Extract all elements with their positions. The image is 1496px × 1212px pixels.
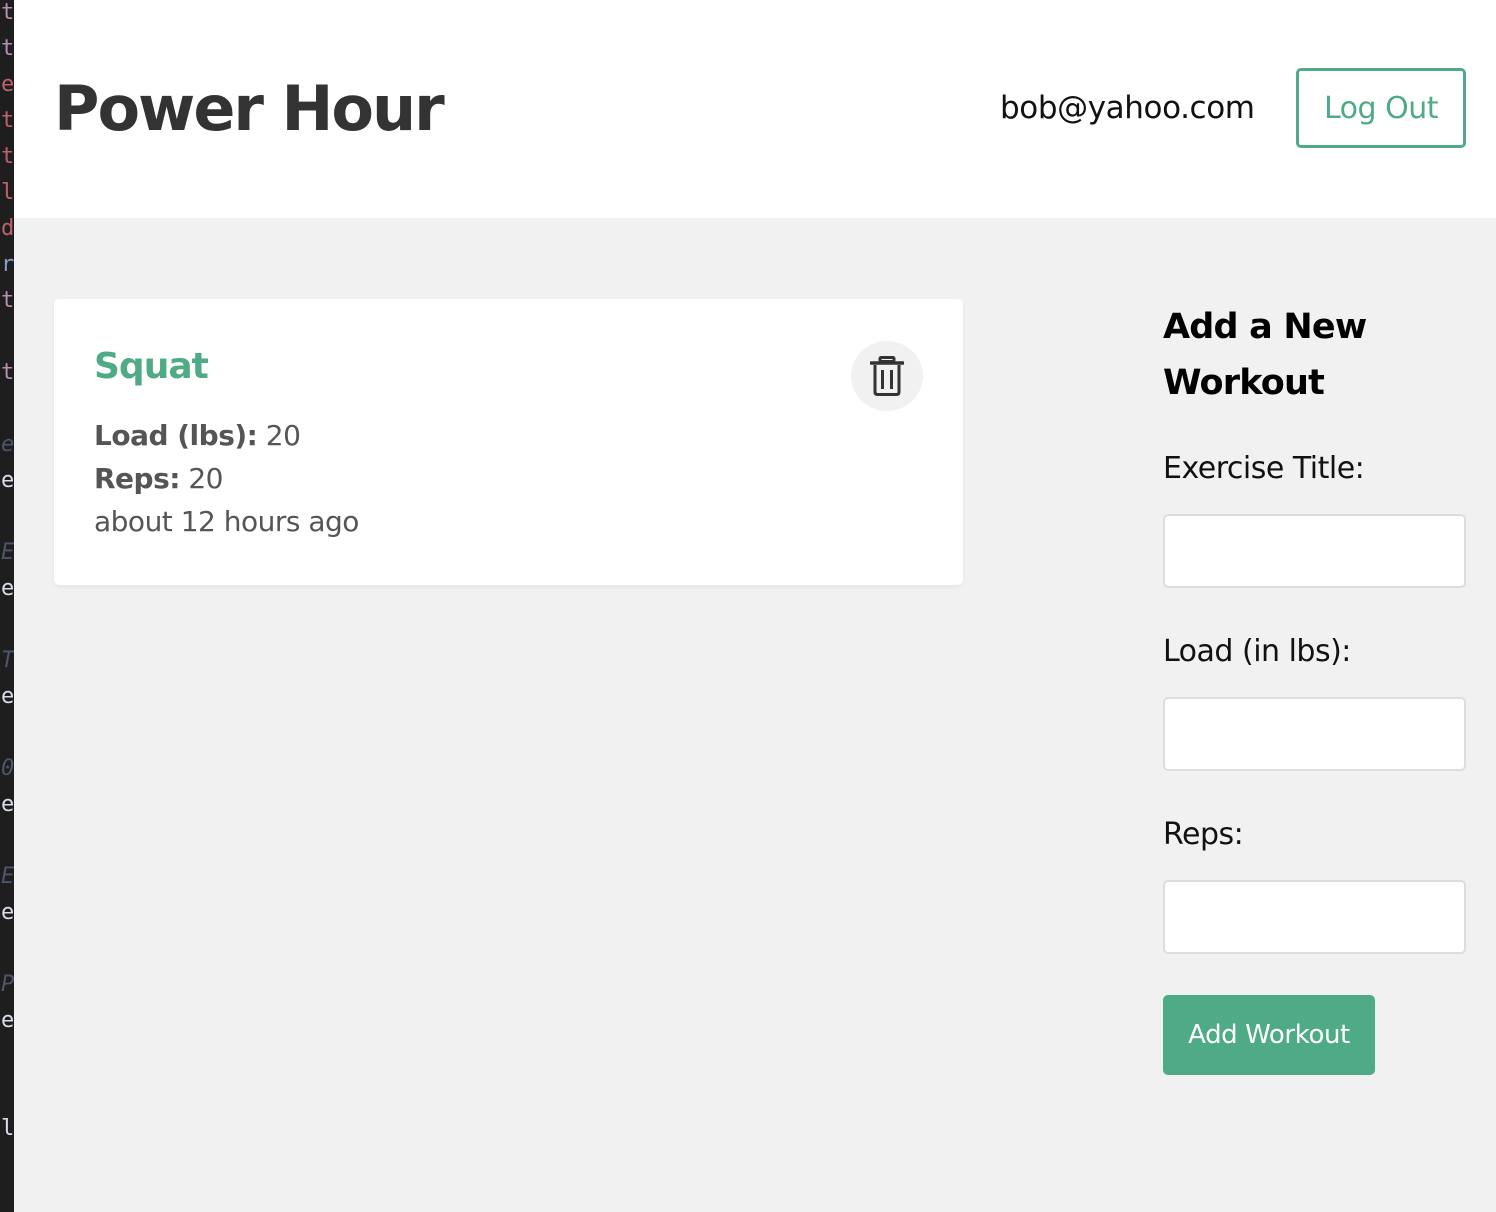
form-heading: Add a New Workout xyxy=(1163,307,1367,403)
editor-glyph: e xyxy=(1,72,14,97)
reps-label: Reps: xyxy=(1163,817,1244,852)
editor-glyph: e xyxy=(1,468,14,493)
editor-glyph: e xyxy=(1,900,14,925)
workout-reps: Reps: 20 xyxy=(94,459,224,499)
editor-glyph: E xyxy=(1,864,14,889)
reps-input[interactable] xyxy=(1163,880,1466,954)
editor-glyph: r xyxy=(1,252,14,277)
exercise-title-label: Exercise Title: xyxy=(1163,451,1365,486)
workout-timestamp: about 12 hours ago xyxy=(94,505,359,538)
workout-load: Load (lbs): 20 xyxy=(94,416,301,456)
delete-workout-button[interactable] xyxy=(851,341,923,411)
editor-glyph: d xyxy=(1,216,14,241)
load-input[interactable] xyxy=(1163,697,1466,771)
editor-glyph: l xyxy=(1,1116,14,1141)
workout-card: Squat Load (lbs): 20 Reps: 20 about 12 h… xyxy=(54,299,963,585)
reps-label: Reps: xyxy=(94,462,180,495)
editor-glyph: e xyxy=(1,684,14,709)
editor-glyph: E xyxy=(1,540,14,565)
workout-title: Squat xyxy=(94,346,209,387)
editor-glyph: e xyxy=(1,792,14,817)
editor-glyph: e xyxy=(1,432,14,457)
editor-glyph: t xyxy=(1,288,14,313)
editor-glyph: t xyxy=(1,144,14,169)
app-header: Power Hour bob@yahoo.com Log Out xyxy=(14,0,1496,218)
trash-icon xyxy=(870,356,904,396)
load-value: 20 xyxy=(257,419,301,452)
editor-glyph: t xyxy=(1,0,14,25)
load-label: Load (lbs): xyxy=(94,419,258,452)
load-label: Load (in lbs): xyxy=(1163,634,1351,669)
reps-value: 20 xyxy=(179,462,223,495)
exercise-title-input[interactable] xyxy=(1163,514,1466,588)
editor-glyph: t xyxy=(1,360,14,385)
app-title[interactable]: Power Hour xyxy=(54,70,445,148)
user-email: bob@yahoo.com xyxy=(1000,90,1255,126)
background-editor-strip: t t e t t l d r t t e e E e T e 0 e E e … xyxy=(0,0,14,1212)
editor-glyph: 0 xyxy=(1,756,14,781)
editor-glyph: l xyxy=(1,180,14,205)
editor-glyph: T xyxy=(1,648,14,673)
add-workout-button[interactable]: Add Workout xyxy=(1163,995,1375,1075)
editor-glyph: e xyxy=(1,576,14,601)
editor-glyph: e xyxy=(1,1008,14,1033)
editor-glyph: t xyxy=(1,36,14,61)
logout-button[interactable]: Log Out xyxy=(1296,68,1466,148)
editor-glyph: t xyxy=(1,108,14,133)
editor-glyph: P xyxy=(1,972,14,997)
